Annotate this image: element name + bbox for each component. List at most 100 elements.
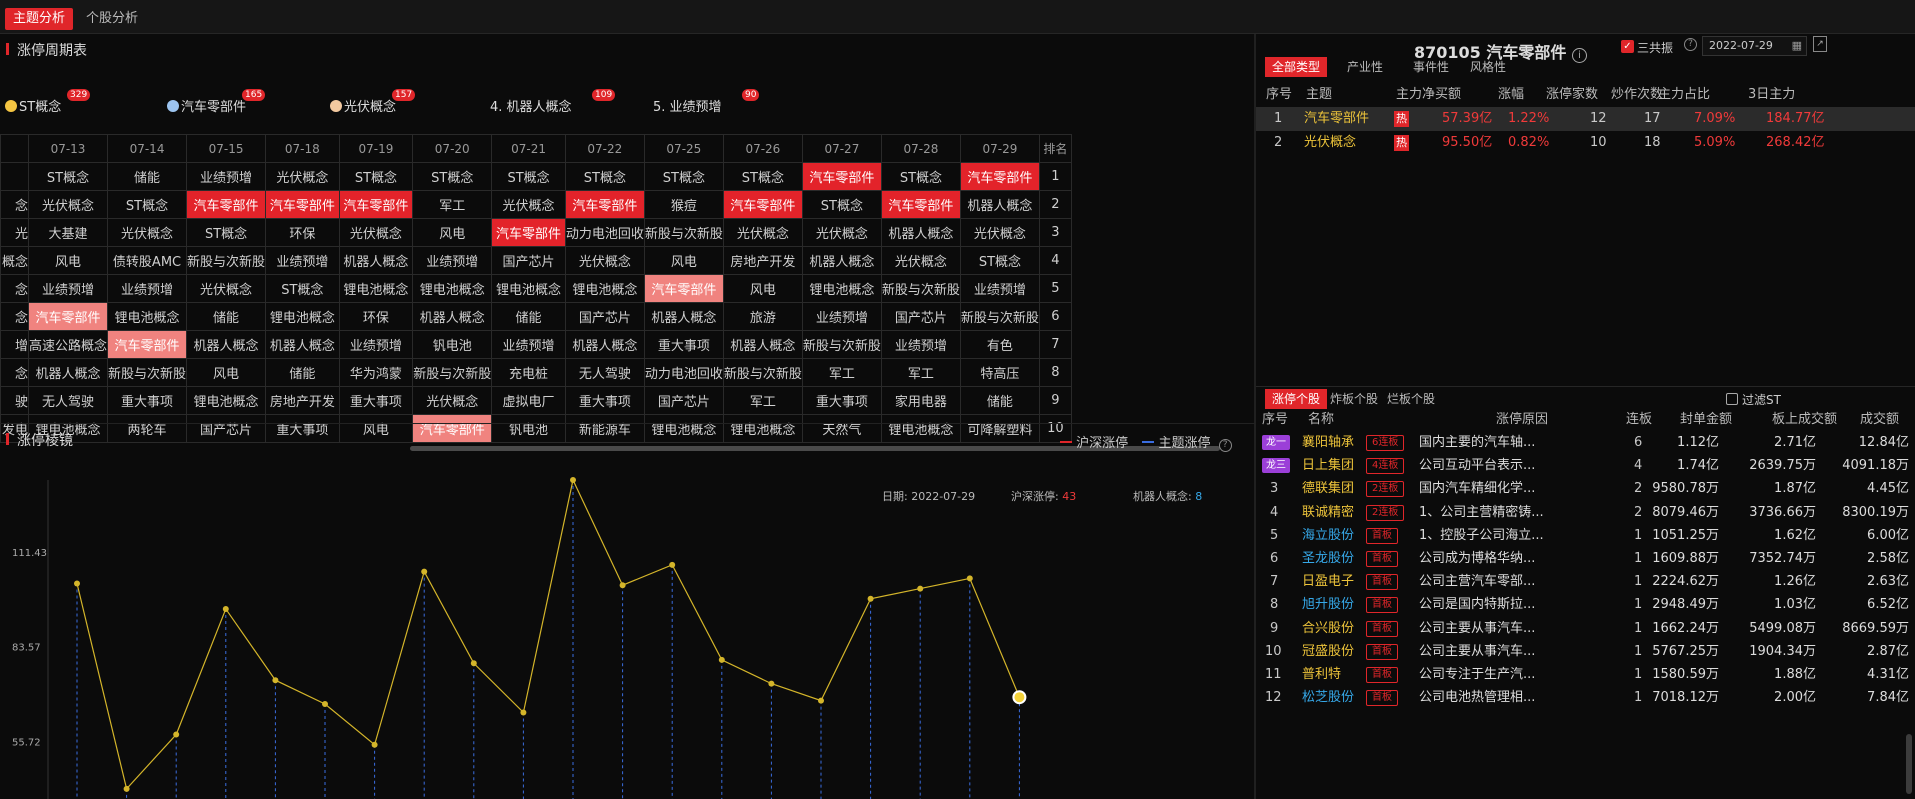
theme-cell[interactable]: 机器人概念 [186, 330, 267, 359]
theme-cell[interactable]: ST概念 [801, 190, 882, 219]
theme-cell[interactable]: 业绩预增 [491, 330, 566, 359]
theme-cell[interactable]: 房地产开发 [722, 246, 803, 275]
data-point[interactable] [322, 700, 328, 707]
theme-cell[interactable]: 储能 [491, 302, 566, 331]
column-header[interactable]: 涨停原因 [1496, 408, 1548, 432]
theme-cell[interactable]: 机器人概念 [643, 302, 724, 331]
theme-cell[interactable]: 新股与次新股 [643, 218, 724, 247]
vertical-scrollbar[interactable] [1906, 734, 1912, 794]
theme-cell[interactable]: 房地产开发 [265, 386, 340, 415]
theme-cell[interactable]: 新股与次新股 [186, 246, 267, 275]
theme-cell[interactable]: 储能 [107, 162, 188, 191]
theme-cell[interactable]: 锂电池概念 [491, 274, 566, 303]
data-point[interactable] [768, 680, 775, 687]
theme-cell[interactable]: ST概念 [491, 162, 566, 191]
stock-name[interactable]: 日上集团 [1302, 454, 1354, 477]
detail-row[interactable]: 1 汽车零部件 热 57.39亿 1.22% 12 17 7.09% 184.77亿 [1256, 107, 1915, 131]
data-point[interactable] [718, 656, 725, 663]
data-point[interactable] [818, 697, 824, 704]
theme-cell[interactable]: 汽车零部件 [643, 274, 724, 303]
stock-name[interactable]: 旭升股份 [1302, 593, 1354, 616]
theme-cell[interactable]: 汽车零部件 [186, 190, 267, 219]
data-point[interactable] [619, 582, 626, 589]
theme-legend-item[interactable]: 光伏概念 157 [330, 89, 416, 115]
stock-name[interactable]: 合兴股份 [1302, 617, 1354, 640]
theme-cell[interactable]: 汽车零部件 [338, 190, 414, 219]
limit-reason[interactable]: 1、公司主营精密铸... [1419, 501, 1544, 524]
stock-row[interactable]: 4 联诚精密 2连板 1、公司主营精密铸... 2 8079.46万 3736.66万 830… [1256, 501, 1915, 524]
theme-cell[interactable]: 机器人概念 [27, 358, 109, 387]
stock-name[interactable]: 圣龙股份 [1302, 547, 1354, 570]
theme-cell[interactable]: 重大事项 [338, 386, 414, 415]
tab-broken-stocks[interactable]: 炸板个股 [1323, 389, 1385, 409]
theme-cell[interactable]: 风电 [186, 358, 267, 387]
theme-cell[interactable]: 国产芯片 [643, 386, 724, 415]
theme-cell[interactable]: ST概念 [722, 162, 803, 191]
theme-cell[interactable]: 储能 [186, 302, 267, 331]
theme-cell[interactable]: 动力电池回收 [643, 358, 724, 387]
theme-cell[interactable]: 汽车零部件 [801, 162, 882, 191]
theme-cell[interactable]: ST概念 [880, 162, 961, 191]
theme-cell[interactable]: 锂电池概念 [186, 386, 267, 415]
theme-cell[interactable]: 机器人概念 [564, 330, 645, 359]
theme-cell[interactable]: 家用电器 [880, 386, 961, 415]
stock-row[interactable]: 龙一 襄阳轴承 6连板 国内主要的汽车轴... 6 1.12亿 2.71亿 12.84亿 [1256, 431, 1915, 454]
theme-cell[interactable]: 军工 [412, 190, 493, 219]
theme-cell[interactable]: 猴痘 [643, 190, 724, 219]
data-point[interactable] [520, 709, 527, 716]
column-header[interactable]: 板上成交额 [1772, 408, 1837, 432]
theme-cell[interactable]: 机器人概念 [801, 246, 882, 275]
theme-cell[interactable]: 业绩预增 [27, 274, 109, 303]
theme-cell[interactable]: 国产芯片 [880, 302, 961, 331]
limit-reason[interactable]: 公司是国内特斯拉... [1419, 593, 1535, 616]
theme-cell[interactable]: 国产芯片 [564, 302, 645, 331]
limit-reason[interactable]: 公司成为博格华纳... [1419, 547, 1535, 570]
data-point[interactable] [421, 568, 428, 575]
theme-cell[interactable]: 充电桩 [491, 358, 566, 387]
theme-cell[interactable]: 机器人概念 [412, 302, 493, 331]
tab-event[interactable]: 事件性 [1406, 57, 1456, 77]
theme-cell[interactable]: 新股与次新股 [722, 358, 803, 387]
theme-legend-item[interactable]: 汽车零部件 165 [167, 89, 266, 115]
data-point[interactable] [222, 605, 229, 612]
stock-name[interactable]: 德联集团 [1302, 477, 1354, 500]
theme-cell[interactable]: 钒电池 [412, 330, 493, 359]
theme-cell[interactable]: 业绩预增 [186, 162, 267, 191]
theme-cell[interactable]: 环保 [265, 218, 340, 247]
popout-icon[interactable]: ↗ [1813, 36, 1827, 52]
theme-cell[interactable]: 无人驾驶 [564, 358, 645, 387]
theme-cell[interactable]: 机器人概念 [338, 246, 414, 275]
theme-cell[interactable]: 大基建 [27, 218, 109, 247]
limit-reason[interactable]: 1、控股子公司海立... [1419, 524, 1544, 547]
theme-cell[interactable]: 储能 [265, 358, 340, 387]
limit-reason[interactable]: 公司互动平台表示... [1419, 454, 1535, 477]
stock-name[interactable]: 普利特 [1302, 663, 1341, 686]
column-header[interactable]: 封单金额 [1680, 408, 1732, 432]
theme-cell[interactable]: 光伏概念 [27, 190, 109, 219]
san-gong-zhen-checkbox[interactable]: ✓ [1621, 40, 1634, 53]
theme-cell[interactable]: 业绩预增 [801, 302, 882, 331]
theme-cell[interactable]: 汽车零部件 [265, 190, 340, 219]
theme-cell[interactable]: 锂电池概念 [107, 302, 188, 331]
theme-cell[interactable]: 光伏概念 [107, 218, 188, 247]
data-point[interactable] [1012, 690, 1027, 705]
theme-cell[interactable]: 光伏概念 [564, 246, 645, 275]
stock-name[interactable]: 冠盛股份 [1302, 640, 1354, 663]
theme-cell[interactable]: ST概念 [643, 162, 724, 191]
theme-cell[interactable]: 光伏概念 [412, 386, 493, 415]
tab-limit-up-stocks[interactable]: 涨停个股 [1265, 389, 1328, 409]
theme-cell[interactable]: ST概念 [265, 274, 340, 303]
data-point[interactable] [371, 741, 378, 748]
theme-cell[interactable]: 光伏概念 [959, 218, 1040, 247]
theme-cell[interactable]: 动力电池回收 [564, 218, 645, 247]
theme-cell[interactable]: 重大事项 [801, 386, 882, 415]
date-picker[interactable]: 2022-07-29 ▦ [1702, 36, 1807, 56]
theme-cell[interactable]: 风电 [412, 218, 493, 247]
column-header[interactable]: 序号 [1266, 83, 1292, 107]
filter-st-checkbox[interactable] [1726, 393, 1738, 405]
theme-legend-item[interactable]: 5. 业绩预增 90 [653, 89, 760, 115]
theme-cell[interactable]: ST概念 [412, 162, 493, 191]
theme-cell[interactable]: 光伏概念 [880, 246, 961, 275]
column-header[interactable]: 涨停家数 [1546, 83, 1598, 107]
tab-style[interactable]: 风格性 [1463, 57, 1513, 77]
